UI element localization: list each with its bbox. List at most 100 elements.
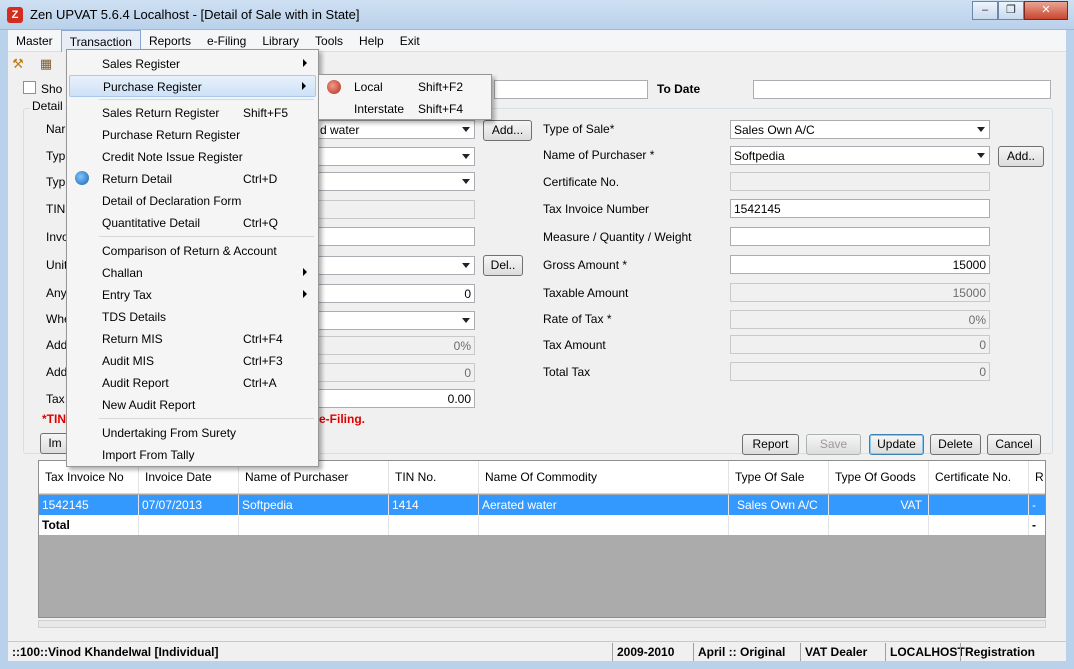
to-date-field[interactable] <box>753 80 1051 99</box>
tax-invoice-number-field[interactable]: 1542145 <box>730 199 990 218</box>
menu-return-mis[interactable]: Return MIS Ctrl+F4 <box>69 328 316 350</box>
cell-type-of-goods: VAT <box>829 495 929 515</box>
report-button[interactable]: Report <box>742 434 799 455</box>
update-button[interactable]: Update <box>869 434 924 455</box>
certificate-no-field[interactable] <box>730 172 990 191</box>
cell-r: - <box>1029 495 1045 515</box>
menu-exit[interactable]: Exit <box>392 30 428 52</box>
menu-label: Sales Register <box>102 57 181 71</box>
to-date-label: To Date <box>657 82 701 96</box>
measure-field[interactable] <box>730 227 990 246</box>
total-tax-field[interactable]: 0 <box>730 362 990 381</box>
delete-button[interactable]: Delete <box>930 434 981 455</box>
title-bar: Z Zen UPVAT 5.6.4 Localhost - [Detail of… <box>0 0 1074 30</box>
menu-comparison[interactable]: Comparison of Return & Account <box>69 240 316 262</box>
add-rate-field[interactable]: 0% <box>316 336 475 355</box>
menu-sales-return-register[interactable]: Sales Return Register Shift+F5 <box>69 102 316 124</box>
col-tin-no[interactable]: TIN No. <box>389 461 479 493</box>
menu-master[interactable]: Master <box>8 30 61 52</box>
menu-detail-of-declaration-form[interactable]: Detail of Declaration Form <box>69 190 316 212</box>
menu-import-from-tally[interactable]: Import From Tally <box>69 444 316 466</box>
menu-label: Challan <box>102 266 143 280</box>
rate-of-tax-field[interactable]: 0% <box>730 310 990 329</box>
tin-field[interactable] <box>316 200 475 219</box>
tax-amount-field[interactable]: 0 <box>730 335 990 354</box>
type-of-sale-combo[interactable]: Sales Own A/C <box>730 120 990 139</box>
menu-undertaking-from-surety[interactable]: Undertaking From Surety <box>69 422 316 444</box>
calendar-icon[interactable]: ▦ <box>38 56 54 72</box>
menu-label: Credit Note Issue Register <box>102 150 243 164</box>
menu-return-detail[interactable]: Return Detail Ctrl+D <box>69 168 316 190</box>
menu-tds-details[interactable]: TDS Details <box>69 306 316 328</box>
total-tax-label: Total Tax <box>543 365 591 379</box>
menu-shortcut: Ctrl+F4 <box>243 332 283 346</box>
add-amount-field[interactable]: 0 <box>316 363 475 382</box>
menu-new-audit-report[interactable]: New Audit Report <box>69 394 316 416</box>
menu-credit-note-issue-register[interactable]: Credit Note Issue Register <box>69 146 316 168</box>
menu-shortcut: Shift+F4 <box>418 102 464 116</box>
from-date-field[interactable] <box>494 80 648 99</box>
cancel-button[interactable]: Cancel <box>987 434 1041 455</box>
del-button[interactable]: Del.. <box>483 255 523 276</box>
total-row: Total - <box>39 515 1045 535</box>
close-window-button[interactable]: ✕ <box>1024 1 1068 20</box>
cell-type-of-sale: Sales Own A/C <box>729 495 829 515</box>
menu-purchase-return-register[interactable]: Purchase Return Register <box>69 124 316 146</box>
invoice-date-field[interactable] <box>316 227 475 246</box>
taxable-amount-field[interactable]: 15000 <box>730 283 990 302</box>
status-user: ::100::Vinod Khandelwal [Individual] <box>12 645 219 659</box>
purchaser-combo[interactable]: Softpedia <box>730 146 990 165</box>
any-field[interactable]: 0 <box>316 284 475 303</box>
name-of-purchaser-label: Name of Purchaser * <box>543 148 655 162</box>
menu-label: Sales Return Register <box>102 106 220 120</box>
menu-shortcut: Shift+F5 <box>243 106 289 120</box>
total-cell <box>829 515 929 535</box>
submenu-arrow-icon <box>303 268 307 276</box>
add-commodity-button[interactable]: Add... <box>483 120 532 141</box>
menu-help[interactable]: Help <box>351 30 392 52</box>
grid-horizontal-scrollbar[interactable] <box>38 620 1046 628</box>
unit-combo[interactable] <box>316 256 475 275</box>
whether-combo[interactable] <box>316 311 475 330</box>
menu-challan[interactable]: Challan <box>69 262 316 284</box>
minimize-button[interactable]: – <box>972 1 998 20</box>
cell-tin-no: 1414 <box>389 495 479 515</box>
menu-label: Purchase Return Register <box>102 128 241 142</box>
menu-entry-tax[interactable]: Entry Tax <box>69 284 316 306</box>
commodity-combo-value: d water <box>320 123 360 137</box>
col-name-of-commodity[interactable]: Name Of Commodity <box>479 461 729 493</box>
col-r[interactable]: R <box>1029 461 1045 493</box>
chevron-down-icon <box>977 127 985 132</box>
add-purchaser-button[interactable]: Add.. <box>998 146 1044 167</box>
show-label: Sho <box>41 82 63 96</box>
show-checkbox[interactable] <box>23 81 36 94</box>
commodity-combo[interactable]: d water <box>316 120 475 139</box>
certificate-no-label: Certificate No. <box>543 175 620 189</box>
menu-label: Audit MIS <box>102 354 155 368</box>
col-type-of-sale[interactable]: Type Of Sale <box>729 461 829 493</box>
menu-purchase-register[interactable]: Purchase Register <box>69 75 316 97</box>
submenu-interstate[interactable]: Interstate Shift+F4 <box>321 98 489 120</box>
cell-commodity: Aerated water <box>479 495 729 515</box>
submenu-local[interactable]: Local Shift+F2 <box>321 76 489 98</box>
col-certificate-no[interactable]: Certificate No. <box>929 461 1029 493</box>
left-label-unit: Unit <box>46 258 68 272</box>
restore-button[interactable]: ❐ <box>998 1 1024 20</box>
table-row[interactable]: 1542145 07/07/2013 Softpedia 1414 Aerate… <box>39 495 1045 515</box>
tools-icon[interactable]: ⚒ <box>10 56 26 72</box>
menu-label: New Audit Report <box>102 398 196 412</box>
taxable-amount-label: Taxable Amount <box>543 286 629 300</box>
menu-audit-report[interactable]: Audit Report Ctrl+A <box>69 372 316 394</box>
type-combo-1[interactable] <box>316 147 475 166</box>
save-button[interactable]: Save <box>806 434 861 455</box>
local-purchase-icon <box>327 80 341 94</box>
menu-quantitative-detail[interactable]: Quantitative Detail Ctrl+Q <box>69 212 316 234</box>
gross-amount-label: Gross Amount * <box>543 258 628 272</box>
sales-grid[interactable]: Tax Invoice No Invoice Date Name of Purc… <box>38 460 1046 618</box>
type-combo-2[interactable] <box>316 172 475 191</box>
col-type-of-goods[interactable]: Type Of Goods <box>829 461 929 493</box>
tax-field[interactable]: 0.00 <box>316 389 475 408</box>
gross-amount-field[interactable]: 15000 <box>730 255 990 274</box>
menu-audit-mis[interactable]: Audit MIS Ctrl+F3 <box>69 350 316 372</box>
menu-sales-register[interactable]: Sales Register <box>69 53 316 75</box>
